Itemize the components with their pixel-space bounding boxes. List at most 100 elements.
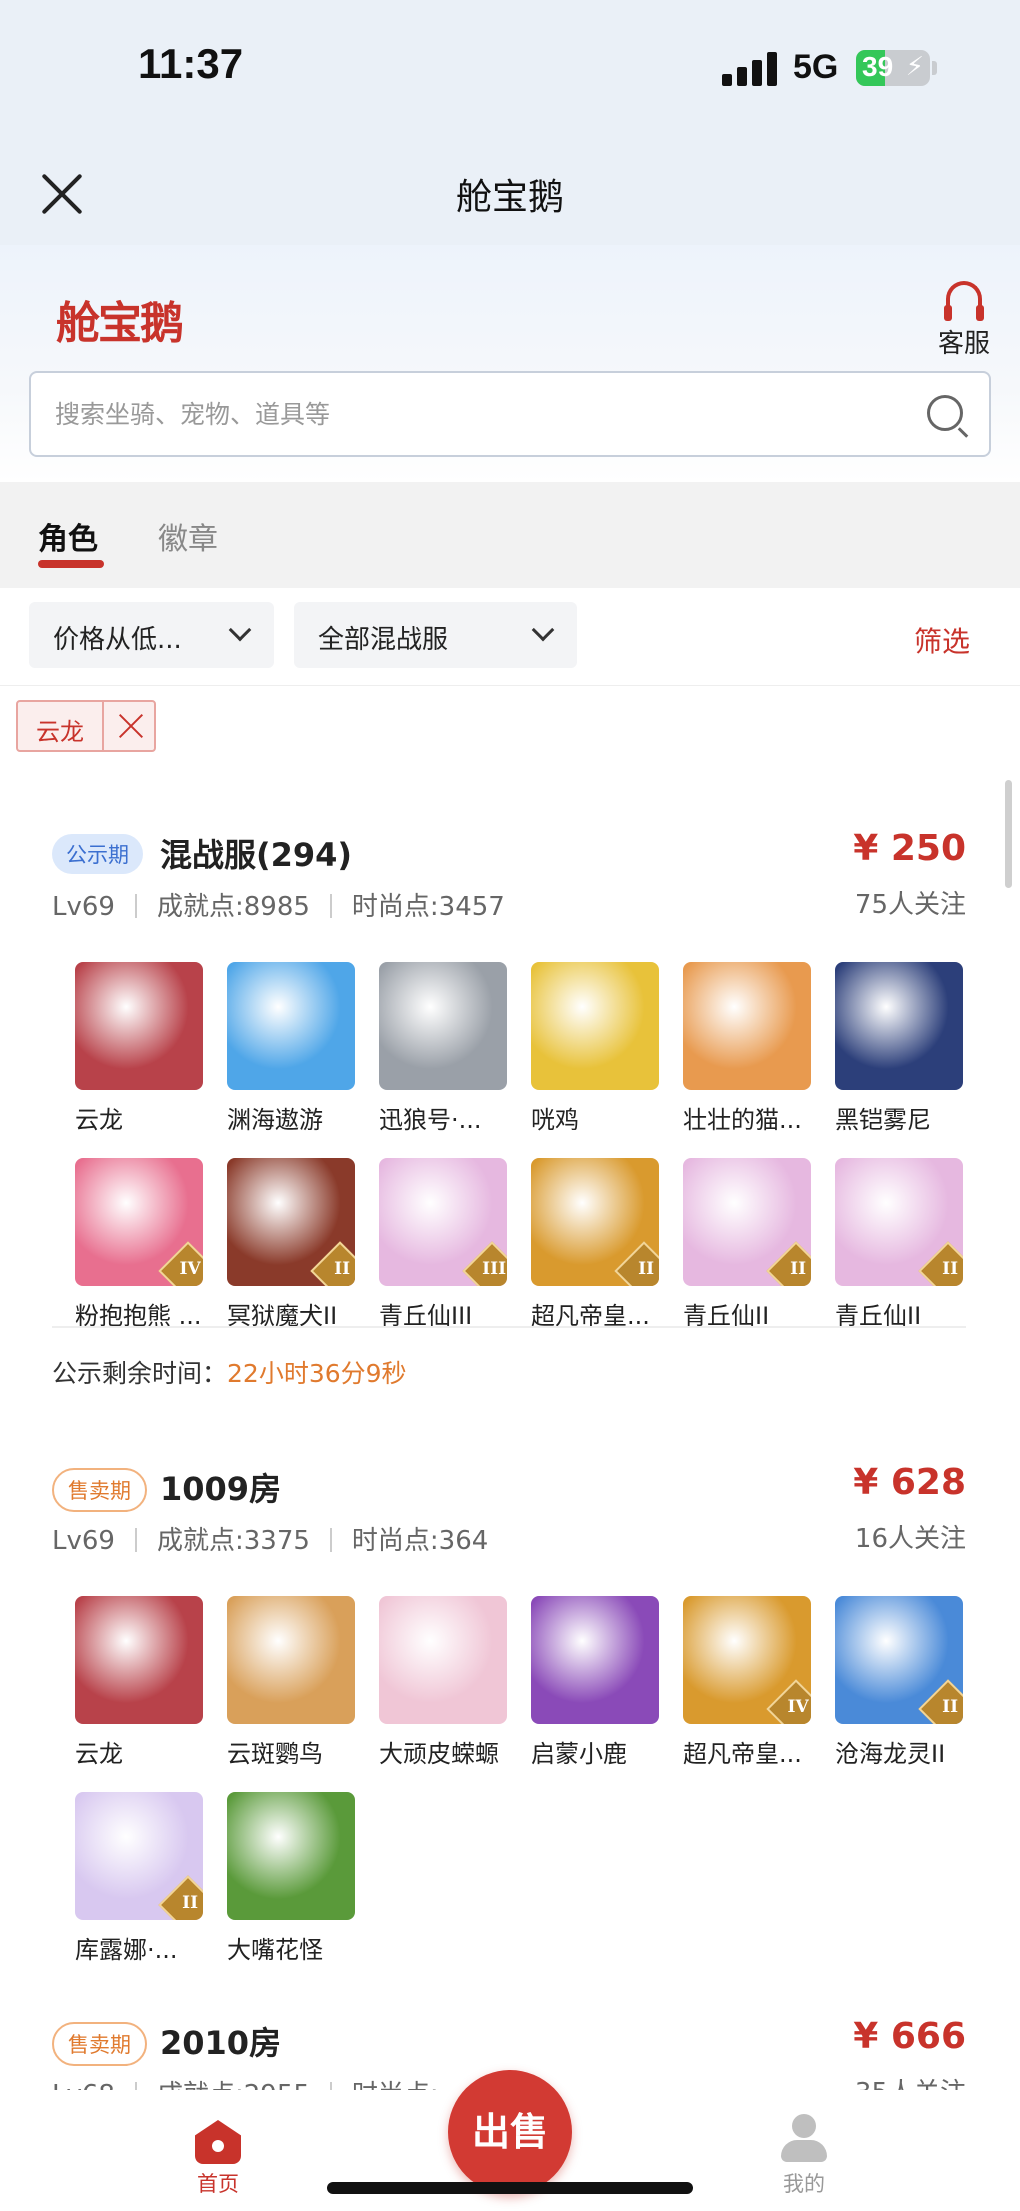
search-icon[interactable]	[927, 395, 963, 431]
nav-mine-label: 我的	[783, 2172, 825, 2196]
item-tile[interactable]: 云斑鹦鸟	[227, 1596, 355, 1769]
tier-badge: II	[158, 1875, 203, 1920]
status-badge: 售卖期	[52, 2022, 147, 2066]
tier-badge: II	[918, 1679, 963, 1724]
nav-home[interactable]: 首页	[190, 2120, 246, 2198]
status-bar: 11:37 5G 39 ⚡	[0, 0, 1020, 140]
item-name: 咣鸡	[531, 1106, 579, 1134]
item-tile[interactable]: 咣鸡	[531, 962, 659, 1135]
item-tile[interactable]: IV 超凡帝皇...	[683, 1596, 811, 1769]
tab-active-indicator	[38, 560, 104, 568]
headset-icon	[944, 281, 984, 321]
item-tile[interactable]: 启蒙小鹿	[531, 1596, 659, 1769]
listing-card[interactable]: 售卖期 1009房 ¥ 628 16人关注 Lv69 成就点:3375 时尚点:36…	[0, 1462, 1020, 1964]
listing-server: 混战服(294)	[160, 836, 353, 874]
chevron-down-icon	[531, 618, 555, 642]
charging-icon: ⚡	[905, 52, 924, 82]
remove-chip-icon[interactable]	[118, 713, 144, 739]
header: 舱宝鹅 客服	[0, 245, 1020, 482]
item-image	[75, 962, 203, 1090]
item-name: 云龙	[75, 1740, 123, 1768]
item-name: 云斑鹦鸟	[227, 1740, 323, 1768]
customer-service-button[interactable]: 客服	[932, 281, 996, 360]
item-tile[interactable]: II 冥狱魔犬II	[227, 1158, 355, 1331]
listing-fashion: 时尚点:364	[351, 1526, 489, 1556]
home-icon	[195, 2120, 241, 2164]
tier-label: II	[334, 1258, 351, 1279]
battery-level: 39	[862, 51, 894, 82]
item-image: II	[75, 1792, 203, 1920]
item-image	[835, 962, 963, 1090]
person-icon	[781, 2114, 827, 2164]
item-tile[interactable]: II 库露娜·...	[75, 1792, 203, 1965]
brand-logo: 舱宝鹅	[56, 298, 184, 349]
listing-followers: 16人关注	[854, 1524, 966, 1554]
status-time: 11:37	[138, 40, 244, 87]
divider	[134, 894, 137, 918]
item-tile[interactable]: 黑铠雾尼	[835, 962, 963, 1135]
chevron-down-icon	[228, 618, 252, 642]
category-tabs: 角色 徽章	[0, 482, 1020, 588]
tier-label: II	[638, 1258, 655, 1279]
listing-card[interactable]: 公示期 混战服(294) ¥ 250 75人关注 Lv69 成就点:8985 时尚点…	[0, 828, 1020, 1394]
customer-service-label: 客服	[937, 329, 990, 359]
search-input[interactable]	[55, 373, 875, 455]
tier-label: IV	[787, 1696, 809, 1717]
tier-label: II	[790, 1258, 807, 1279]
item-tile[interactable]: 大顽皮蝾螈	[379, 1596, 507, 1769]
tier-label: II	[942, 1696, 959, 1717]
item-tile[interactable]: 迅狼号·...	[379, 962, 507, 1135]
listing-achievement: 成就点:8985	[156, 892, 310, 922]
tier-label: III	[482, 1258, 507, 1279]
item-tile[interactable]: 壮壮的猫...	[683, 962, 811, 1135]
item-tile[interactable]: III 青丘仙III	[379, 1158, 507, 1331]
item-name: 渊海遨游	[227, 1106, 323, 1134]
divider	[329, 1528, 332, 1552]
sort-dropdown[interactable]: 价格从低...	[29, 602, 274, 668]
tier-badge: II	[614, 1241, 659, 1286]
item-tile[interactable]: II 青丘仙II	[683, 1158, 811, 1331]
tier-label: II	[182, 1892, 199, 1913]
tier-badge: II	[918, 1241, 963, 1286]
item-name: 黑铠雾尼	[835, 1106, 931, 1134]
item-image	[227, 962, 355, 1090]
item-name: 大嘴花怪	[227, 1936, 323, 1964]
tier-badge: IV	[766, 1679, 811, 1724]
item-tile[interactable]: 云龙	[75, 1596, 203, 1769]
active-filter-chip: 云龙	[16, 700, 156, 752]
listing-server: 2010房	[160, 2024, 282, 2062]
tab-badge[interactable]: 徽章	[158, 514, 218, 558]
nav-mine[interactable]: 我的	[776, 2114, 832, 2198]
listing-server: 1009房	[160, 1470, 282, 1508]
item-image	[75, 1596, 203, 1724]
sell-button[interactable]: 出售	[448, 2070, 572, 2194]
item-tile[interactable]: II 超凡帝皇...	[531, 1158, 659, 1331]
listing-price: ¥ 250	[853, 828, 966, 869]
item-name: 迅狼号·...	[379, 1106, 482, 1134]
tier-badge: III	[462, 1241, 507, 1286]
signal-icon	[722, 52, 778, 86]
home-indicator	[327, 2182, 693, 2194]
listing-fashion: 时尚点:3457	[351, 892, 505, 922]
item-tile[interactable]: 渊海遨游	[227, 962, 355, 1135]
server-dropdown[interactable]: 全部混战服	[294, 602, 577, 668]
page-title: 舱宝鹅	[455, 177, 564, 218]
divider	[134, 1528, 137, 1552]
item-image	[227, 1792, 355, 1920]
item-image	[379, 1596, 507, 1724]
item-tile[interactable]: II 青丘仙II	[835, 1158, 963, 1331]
listing-stats: Lv69 成就点:3375 时尚点:364	[52, 1520, 488, 1557]
item-image	[683, 962, 811, 1090]
item-tile[interactable]: II 沧海龙灵II	[835, 1596, 963, 1769]
battery-cap	[932, 61, 937, 75]
item-image: IV	[75, 1158, 203, 1286]
item-tile[interactable]: 云龙	[75, 962, 203, 1135]
tab-role[interactable]: 角色	[38, 514, 98, 558]
tier-badge: IV	[158, 1241, 203, 1286]
item-tile[interactable]: IV 粉抱抱熊 ...	[75, 1158, 203, 1331]
countdown-label: 公示剩余时间：	[52, 1359, 228, 1388]
item-image	[227, 1596, 355, 1724]
item-tile[interactable]: 大嘴花怪	[227, 1792, 355, 1965]
item-image: II	[683, 1158, 811, 1286]
filter-button[interactable]: 筛选	[914, 620, 970, 660]
